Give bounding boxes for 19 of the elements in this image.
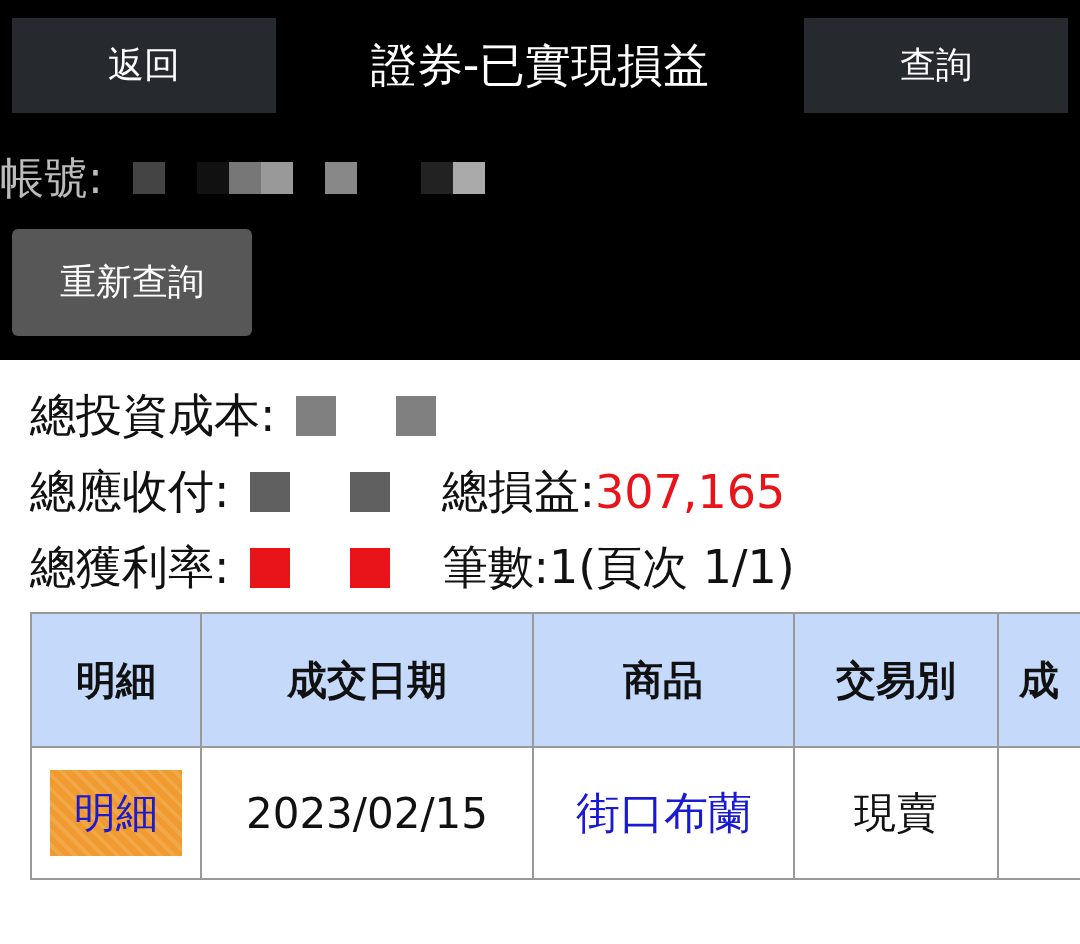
query-button[interactable]: 查詢 [804,18,1068,113]
back-button[interactable]: 返回 [12,18,276,113]
summary-label: 總應收付: [30,463,230,520]
table-cell: 2023/02/15 [201,747,533,879]
summary-label: 總投資成本: [30,387,276,444]
column-header: 商品 [533,613,794,747]
table-cell: 現賣 [794,747,998,879]
requery-button[interactable]: 重新查詢 [12,229,252,336]
detail-button[interactable]: 明細 [50,770,182,856]
account-label: 帳號: [0,150,103,205]
summary-label: 總獲利率: [30,539,230,596]
summary-label: 總損益: [441,463,595,520]
column-header: 成交日期 [201,613,533,747]
column-header: 交易別 [794,613,998,747]
page-title: 證券-已實現損益 [370,36,710,94]
summary-label: 筆數:1(頁次 1/1) [441,539,795,596]
summary-value: 307,165 [595,465,786,519]
column-header: 明細 [31,613,201,747]
column-header: 成 [998,613,1080,747]
